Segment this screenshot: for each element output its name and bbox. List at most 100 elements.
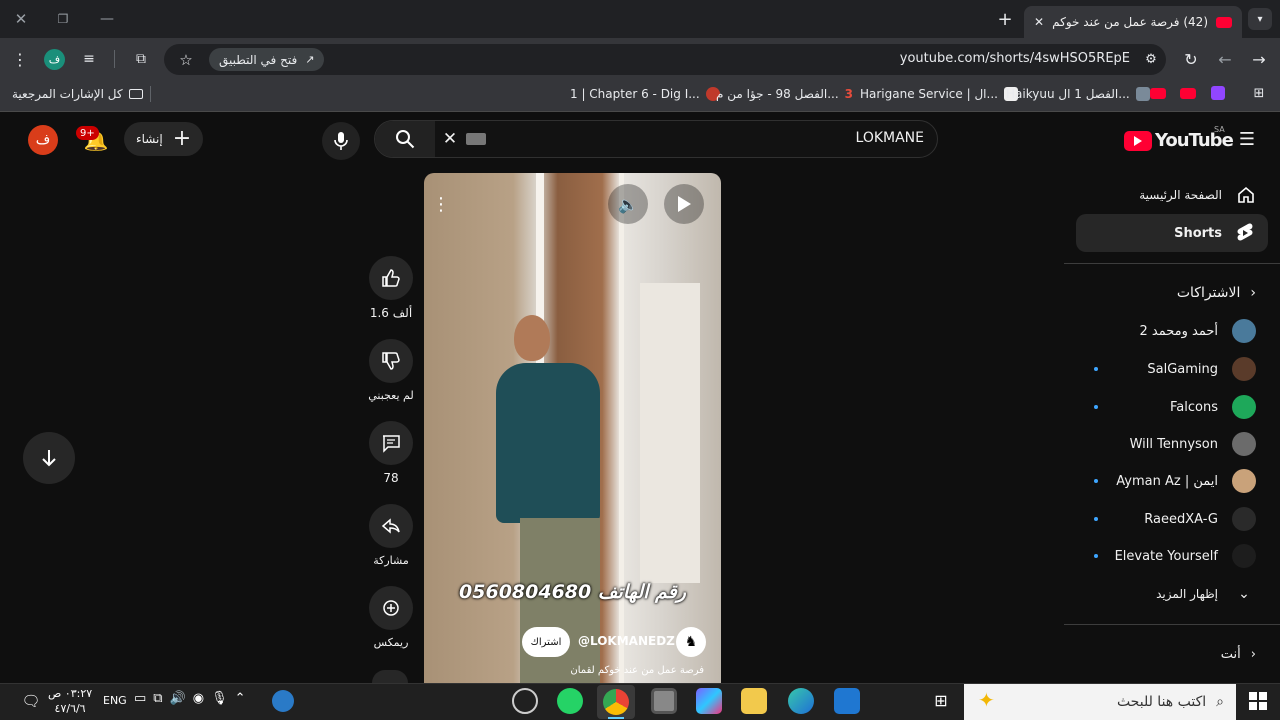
next-short-button[interactable]	[23, 432, 75, 484]
input-language[interactable]: ENG	[103, 694, 127, 707]
bookmark-item[interactable]: 1 | Chapter 6 - Dig I...	[570, 80, 720, 108]
app-taskbar-icon[interactable]	[651, 688, 677, 714]
taskbar-search-box[interactable]: اكتب هنا للبحث ⌕	[964, 684, 1236, 720]
tray-chevron-up-icon[interactable]: ⌃	[235, 691, 246, 706]
speaker-icon[interactable]: 🔊	[170, 691, 186, 706]
bookmark-label: الفصل 98 - جؤا من م...	[716, 87, 839, 101]
share-button[interactable]: مشاركة	[368, 504, 414, 567]
open-in-app-label: فتح في التطبيق	[219, 52, 298, 67]
bookmark-item[interactable]: الفصل 98 - جؤا من م... 3	[716, 80, 853, 108]
channel-avatar	[1232, 357, 1256, 381]
show-more-button[interactable]: إظهار المزيد ⌄	[1064, 575, 1270, 613]
create-button[interactable]: إنشاء +	[124, 122, 204, 156]
reload-icon[interactable]: ↻	[1180, 48, 1202, 70]
video-light-strip	[619, 173, 624, 683]
windows-logo-icon	[1249, 692, 1267, 710]
remix-icon	[369, 586, 413, 630]
new-tab-button[interactable]: +	[994, 8, 1016, 30]
search-button[interactable]	[375, 121, 435, 157]
region-code: SA	[1214, 125, 1225, 134]
sidebar-item-shorts[interactable]: Shorts	[1076, 214, 1268, 252]
search-icon: ⌕	[1216, 694, 1224, 710]
bookmark-item[interactable]: Harigane Service | ال...	[860, 80, 1018, 108]
sidebar-item-label: Shorts	[1174, 225, 1222, 241]
subscribe-button[interactable]: اشتراك	[522, 627, 570, 657]
webcam-icon[interactable]: ◉	[193, 691, 204, 706]
help-icon[interactable]	[272, 690, 294, 712]
bookmark-favicon-icon	[1135, 87, 1150, 101]
more-actions-button[interactable]	[372, 670, 408, 683]
play-icon	[678, 196, 691, 212]
sidebar-item-sub[interactable]: أحمد ومحمد 2	[1064, 312, 1270, 350]
site-settings-icon[interactable]: ⚙	[1140, 48, 1162, 70]
more-options-icon[interactable]: ⋮	[424, 186, 458, 222]
start-button[interactable]	[1246, 689, 1270, 713]
twitch-bookmark-icon[interactable]	[1211, 86, 1225, 100]
channel-handle[interactable]: @LOKMANEDZ	[578, 634, 675, 648]
short-video-player[interactable]: رقم الهاتف 0560804680 ♞ @LOKMANEDZ اشترا…	[424, 173, 721, 683]
close-window-icon[interactable]: ✕	[10, 8, 32, 30]
forward-icon[interactable]: ←	[1214, 48, 1236, 70]
chrome-taskbar-icon[interactable]	[603, 689, 629, 715]
voice-search-button[interactable]	[322, 122, 360, 160]
sidebar-item-you[interactable]: أنت ›	[1064, 635, 1270, 673]
close-tab-icon[interactable]: ✕	[1034, 15, 1044, 29]
sidebar-item-home[interactable]: الصفحة الرئيسية	[1064, 176, 1270, 214]
apps-grid-icon[interactable]: ⊞	[1250, 84, 1268, 102]
remix-button[interactable]: ريمكس	[368, 586, 414, 649]
back-icon[interactable]: →	[1248, 48, 1270, 70]
obs-taskbar-icon[interactable]	[512, 688, 538, 714]
network-icon[interactable]: ▭	[134, 691, 146, 706]
youtube-bookmark-icon[interactable]	[1150, 88, 1166, 99]
clock-time: ٠٣:٢٧ ص	[48, 687, 93, 700]
media-control-icon[interactable]: ≡	[78, 48, 100, 70]
device-icon[interactable]: ⧉	[153, 691, 162, 706]
channel-avatar	[1232, 432, 1256, 456]
like-button[interactable]: 1.6 ألف	[368, 256, 414, 320]
clear-search-icon[interactable]: ✕	[440, 128, 460, 150]
browser-menu-icon[interactable]: ⋮	[8, 48, 32, 70]
search-input[interactable]: LOKMANE	[700, 130, 924, 146]
hamburger-menu-icon[interactable]: ☰	[1236, 128, 1258, 150]
m365-taskbar-icon[interactable]	[696, 688, 722, 714]
edge-taskbar-icon[interactable]	[788, 688, 814, 714]
youtube-bookmark-icon[interactable]	[1180, 88, 1196, 99]
whatsapp-taskbar-icon[interactable]	[557, 688, 583, 714]
shorts-icon	[1237, 223, 1253, 241]
keyboard-icon[interactable]	[466, 133, 486, 145]
chevron-right-icon: ›	[1250, 285, 1256, 301]
outlook-taskbar-icon[interactable]	[834, 688, 860, 714]
notifications-center-icon[interactable]: 🗨	[20, 691, 42, 711]
dislike-button[interactable]: لم يعجبني	[368, 339, 414, 402]
comments-button[interactable]: 78	[368, 421, 414, 485]
bookmark-item[interactable]: Haikyuu الفصل 1 ال...	[1006, 80, 1150, 108]
sidebar-item-sub[interactable]: Will Tennyson	[1064, 425, 1270, 463]
microphone-icon[interactable]: 🎙	[211, 691, 228, 706]
tab-search-icon[interactable]: ▾	[1248, 8, 1272, 30]
video-person-head	[514, 315, 550, 361]
comment-count: 78	[383, 471, 399, 485]
clock[interactable]: ٠٣:٢٧ ص ٤٧/٦/٦	[48, 686, 92, 716]
url-text[interactable]: youtube.com/shorts/4swHSO5REpE	[880, 51, 1130, 66]
minimize-window-icon[interactable]: —	[96, 8, 118, 30]
play-button[interactable]	[664, 184, 704, 224]
open-in-app-chip[interactable]: فتح في التطبيق ↗	[209, 48, 325, 71]
video-caption[interactable]: فرصة عمل من عند خوكم لقمان	[424, 665, 704, 676]
all-bookmarks[interactable]: كل الإشارات المرجعية	[12, 80, 143, 108]
active-tab[interactable]: (42) فرصة عمل من عند خوكم لقا... ✕	[1024, 6, 1242, 38]
channel-avatar[interactable]: ♞	[676, 627, 706, 657]
subscriptions-header[interactable]: الاشتراكات ›	[1064, 274, 1270, 312]
divider	[150, 86, 151, 102]
youtube-favicon-icon	[1216, 16, 1232, 28]
volume-icon[interactable]: 🔈	[608, 184, 648, 224]
channel-name: Will Tennyson	[1129, 436, 1218, 452]
file-explorer-taskbar-icon[interactable]	[741, 688, 767, 714]
show-more-label: إظهار المزيد	[1156, 587, 1218, 601]
bookmark-star-icon[interactable]: ☆	[176, 50, 196, 70]
account-avatar[interactable]: ف	[28, 125, 58, 155]
restore-window-icon[interactable]: ❐	[52, 8, 74, 30]
extensions-icon[interactable]: ⧉	[130, 48, 152, 70]
system-tray: ▭ ⧉ 🔊 ◉ 🎙 ⌃	[134, 691, 246, 706]
profile-avatar[interactable]: ف	[44, 49, 65, 70]
task-view-icon[interactable]: ⊞	[930, 689, 952, 711]
